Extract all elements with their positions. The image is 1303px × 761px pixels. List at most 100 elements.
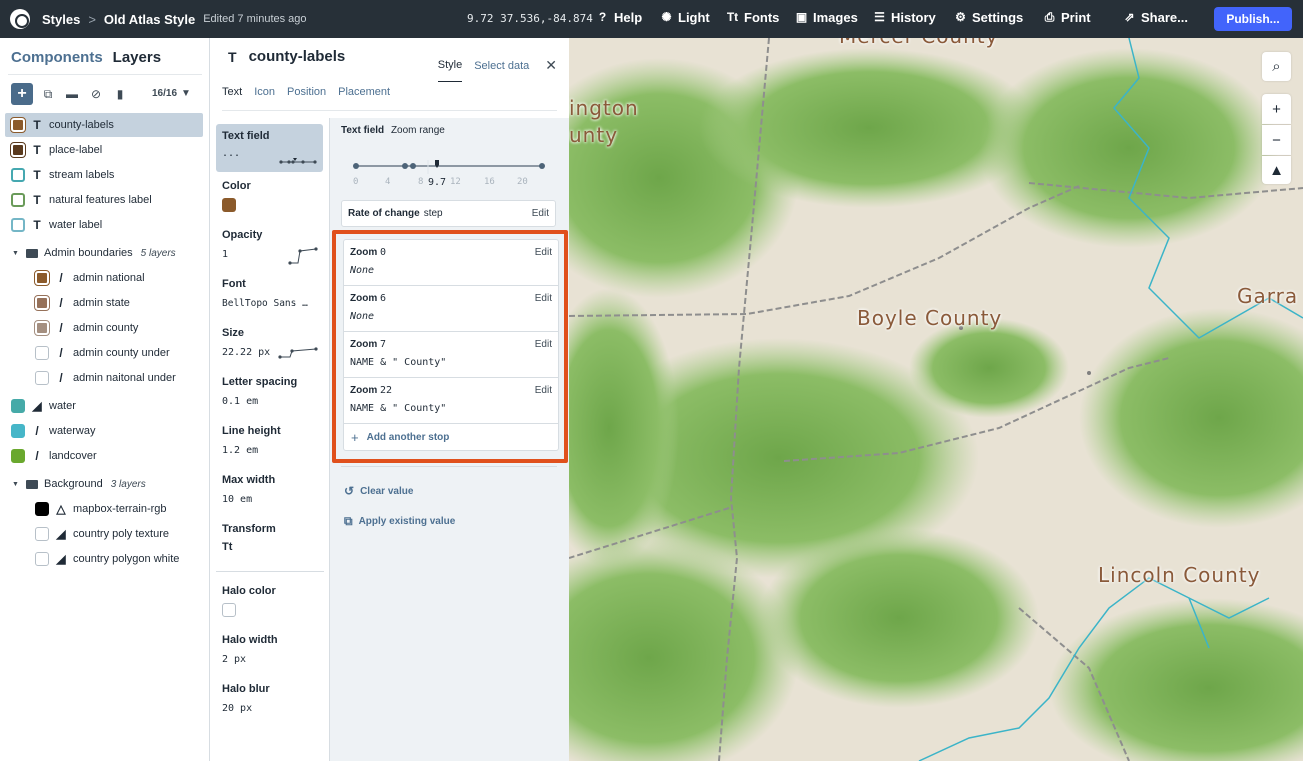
edit-stop-button[interactable]: Edit xyxy=(535,385,552,396)
layer-row-water-label[interactable]: T water label xyxy=(5,213,203,237)
clear-value-button[interactable]: ↺ Clear value xyxy=(344,484,413,498)
zoom-stop[interactable]: Zoom 0 Edit None xyxy=(344,240,558,286)
zoom-stop[interactable]: Zoom 22 Edit NAME & " County" xyxy=(344,378,558,424)
prop-color[interactable]: Color xyxy=(222,180,322,212)
zoom-stop[interactable]: Zoom 7 Edit NAME & " County" xyxy=(344,332,558,378)
slider-stop[interactable] xyxy=(539,163,545,169)
layer-row-admin-national[interactable]: / admin national xyxy=(29,266,203,290)
prop-line-height[interactable]: Line height 1.2 em xyxy=(222,425,322,456)
slider-stop[interactable] xyxy=(410,163,416,169)
layer-name: waterway xyxy=(49,425,96,437)
share-icon: ⇗ xyxy=(1124,10,1135,24)
zoom-out-button[interactable]: − xyxy=(1262,125,1291,155)
slider-tick: 20 xyxy=(517,177,528,187)
slider-tick: 16 xyxy=(484,177,495,187)
layer-row-country-poly-texture[interactable]: ◢ country poly texture xyxy=(29,522,203,546)
layer-row-place-label[interactable]: T place-label xyxy=(5,138,203,162)
map-search-button[interactable]: ⌕ xyxy=(1262,52,1291,81)
layer-row-natural-features-label[interactable]: T natural features label xyxy=(5,188,203,212)
mapbox-logo-icon[interactable] xyxy=(10,9,30,29)
edit-rate-button[interactable]: Edit xyxy=(532,208,549,219)
subtab-position[interactable]: Position xyxy=(287,86,326,98)
compass-icon: ▲ xyxy=(1269,161,1284,179)
prop-value: 0.1 em xyxy=(222,396,259,407)
publish-button[interactable]: Publish... xyxy=(1214,7,1292,31)
layer-row-admin-county[interactable]: / admin county xyxy=(29,316,203,340)
line-layer-icon: / xyxy=(35,424,39,438)
prop-opacity[interactable]: Opacity 1 xyxy=(222,229,322,269)
prop-max-width[interactable]: Max width 10 em xyxy=(222,474,322,505)
layer-row-stream-labels[interactable]: T stream labels xyxy=(5,163,203,187)
tab-style[interactable]: Style xyxy=(437,59,463,82)
prop-halo-blur[interactable]: Halo blur 20 px xyxy=(222,683,322,714)
stop-zoom-label: Zoom xyxy=(350,385,378,396)
layer-swatch xyxy=(11,193,25,207)
text-transform-icon: Tt xyxy=(222,541,233,553)
light-button[interactable]: ✺ Light xyxy=(660,10,709,25)
layer-name: stream labels xyxy=(49,169,115,181)
layer-filter-button[interactable]: 16/16 ▼ xyxy=(152,88,191,99)
help-button[interactable]: ? Help xyxy=(596,10,642,25)
color-swatch[interactable] xyxy=(222,198,236,212)
map-canvas[interactable]: Mercer County ington unty Boyle County G… xyxy=(569,38,1303,761)
layer-row-country-polygon-white[interactable]: ◢ country polygon white xyxy=(29,547,203,571)
slider-stop[interactable] xyxy=(402,163,408,169)
edit-stop-button[interactable]: Edit xyxy=(535,293,552,304)
fonts-button[interactable]: Tt Fonts xyxy=(726,10,780,25)
group-background[interactable]: ▼ Background 3 layers xyxy=(12,474,146,494)
share-button[interactable]: ⇗ Share... xyxy=(1123,10,1188,25)
slider-stop[interactable] xyxy=(353,163,359,169)
edit-stop-button[interactable]: Edit xyxy=(535,247,552,258)
color-swatch[interactable] xyxy=(222,603,236,617)
layer-name: admin naitonal under xyxy=(73,372,176,384)
layer-row-water[interactable]: ◢ water xyxy=(5,394,203,418)
layer-row-admin-county-under[interactable]: / admin county under xyxy=(29,341,203,365)
rate-of-change-row[interactable]: Rate of change step Edit xyxy=(341,200,556,227)
prop-transform[interactable]: Transform Tt xyxy=(222,523,322,553)
line-layer-icon: / xyxy=(59,321,63,335)
zoom-in-button[interactable]: + xyxy=(1262,94,1291,124)
prop-size[interactable]: Size 22.22 px xyxy=(222,327,322,367)
group-admin-boundaries[interactable]: ▼ Admin boundaries 5 layers xyxy=(12,243,176,263)
settings-button[interactable]: ⚙ Settings xyxy=(954,10,1023,25)
subtab-text[interactable]: Text xyxy=(222,86,242,98)
style-name[interactable]: Old Atlas Style xyxy=(104,12,195,27)
zoom-stop[interactable]: Zoom 6 Edit None xyxy=(344,286,558,332)
prop-halo-width[interactable]: Halo width 2 px xyxy=(222,634,322,665)
layer-name: admin national xyxy=(73,272,145,284)
prop-text-field[interactable]: Text field ... xyxy=(216,124,323,172)
text-layer-icon: T xyxy=(33,118,41,132)
stop-zoom-label: Zoom xyxy=(350,293,378,304)
compass-button[interactable]: ▲ xyxy=(1262,156,1291,184)
add-layer-button[interactable]: + xyxy=(11,83,33,105)
edit-stop-button[interactable]: Edit xyxy=(535,339,552,350)
tab-components[interactable]: Components xyxy=(11,49,103,66)
tab-select-data[interactable]: Select data xyxy=(474,60,529,72)
layer-row-landcover[interactable]: / landcover xyxy=(5,444,203,468)
prop-letter-spacing[interactable]: Letter spacing 0.1 em xyxy=(222,376,322,407)
print-button[interactable]: ⎙ Print xyxy=(1043,10,1091,25)
layer-row-admin-naitonal-under[interactable]: / admin naitonal under xyxy=(29,366,203,390)
prop-font[interactable]: Font BellTopo Sans … xyxy=(222,278,322,309)
layer-row-waterway[interactable]: / waterway xyxy=(5,419,203,443)
prop-halo-color[interactable]: Halo color xyxy=(222,585,322,617)
add-stop-button[interactable]: + Add another stop xyxy=(344,424,558,450)
duplicate-icon[interactable]: ⧉ xyxy=(39,85,57,103)
hide-icon[interactable]: ⊘ xyxy=(87,85,105,103)
history-button[interactable]: ☰ History xyxy=(873,10,936,25)
stop-zoom-value: 6 xyxy=(380,293,387,304)
apply-existing-value-button[interactable]: ⧉ Apply existing value xyxy=(344,514,455,529)
layer-row-county-labels[interactable]: T county-labels xyxy=(5,113,203,137)
subtab-icon[interactable]: Icon xyxy=(254,86,275,98)
folder-icon[interactable]: ▬ xyxy=(63,85,81,103)
breadcrumb-styles[interactable]: Styles xyxy=(42,12,80,27)
breadcrumb-separator-icon: > xyxy=(88,11,96,27)
images-button[interactable]: ▣ Images xyxy=(795,10,858,25)
zoom-range-slider[interactable]: 0 4 8 12 16 20 9.7 xyxy=(348,146,548,188)
layer-row-admin-state[interactable]: / admin state xyxy=(29,291,203,315)
subtab-placement[interactable]: Placement xyxy=(338,86,390,98)
layer-row-mapbox-terrain-rgb[interactable]: △ mapbox-terrain-rgb xyxy=(29,497,203,521)
close-icon[interactable]: ✕ xyxy=(545,57,557,74)
tab-layers[interactable]: Layers xyxy=(113,49,161,66)
trash-icon[interactable]: ▮ xyxy=(111,85,129,103)
